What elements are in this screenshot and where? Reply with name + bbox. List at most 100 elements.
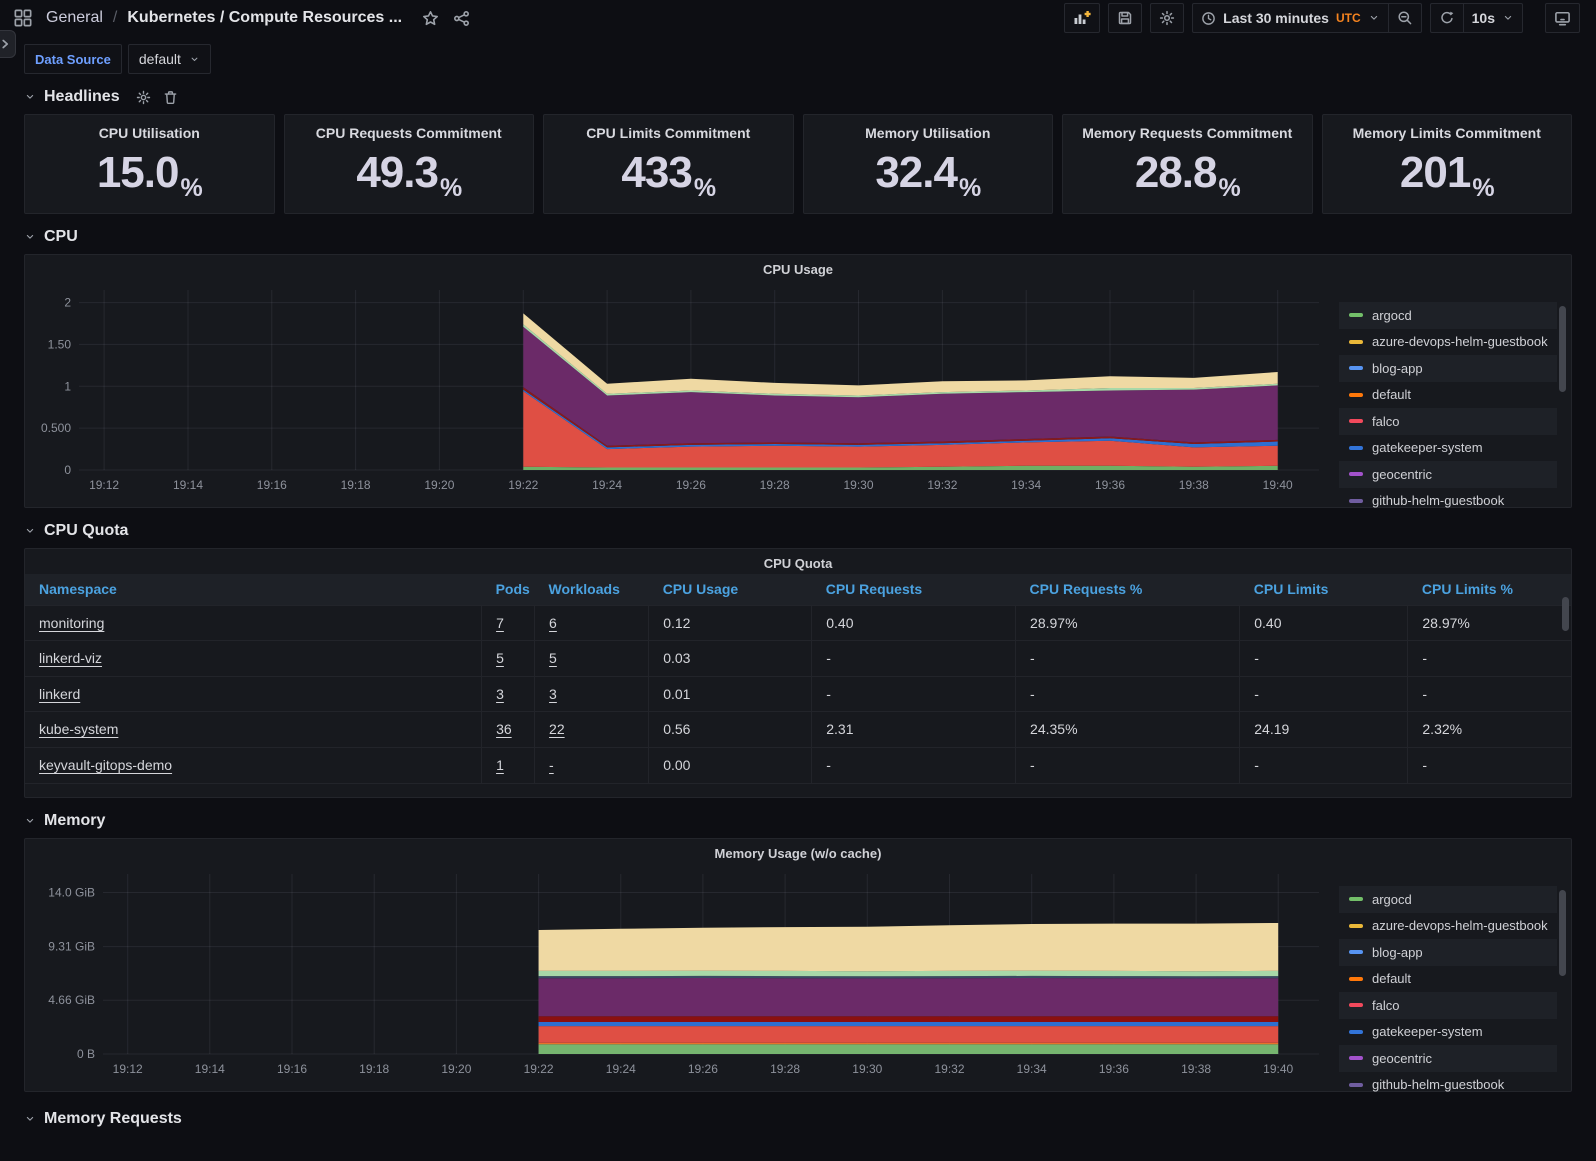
legend-item-blog-app[interactable]: blog-app [1339, 939, 1557, 966]
x-tick-label: 19:26 [676, 478, 706, 492]
cell-cpu-limits-: 2.32% [1407, 711, 1571, 747]
x-tick-label: 19:16 [277, 1062, 307, 1076]
stat-number: 49.3 [356, 148, 439, 197]
cell-cpu-limits-: - [1407, 746, 1571, 783]
section-header-headlines[interactable]: Headlines [24, 88, 1572, 106]
legend-item-geocentric[interactable]: geocentric [1339, 1045, 1557, 1072]
x-tick-label: 19:30 [852, 1062, 882, 1076]
link-workloads[interactable]: 5 [549, 650, 557, 666]
column-header-cpu-limits-[interactable]: CPU Limits % [1407, 574, 1571, 605]
time-range-picker[interactable]: Last 30 minutes UTC [1192, 3, 1389, 33]
table-scrollbar[interactable] [1562, 597, 1569, 631]
section-header-cpu[interactable]: CPU [24, 228, 1572, 246]
x-tick-label: 19:30 [843, 478, 873, 492]
sidebar-expand-tab[interactable] [0, 30, 16, 58]
legend-item-geocentric[interactable]: geocentric [1339, 461, 1557, 488]
cell-namespace: linkerd-viz [25, 640, 482, 676]
legend-item-argocd[interactable]: argocd [1339, 886, 1557, 913]
legend-item-default[interactable]: default [1339, 966, 1557, 993]
column-header-cpu-requests[interactable]: CPU Requests [811, 574, 1016, 605]
legend-item-github-helm-guestbook[interactable]: github-helm-guestbook [1339, 1072, 1557, 1099]
memory-usage-chart[interactable]: 19:12 19:14 19:16 19:18 19:20 19:22 19:24 19:26… [31, 864, 1321, 1080]
panel-title[interactable]: CPU Usage [25, 255, 1571, 280]
link-workloads[interactable]: 6 [549, 615, 557, 631]
cell-cpu-requests: - [811, 746, 1016, 783]
panel-title[interactable]: Memory Usage (w/o cache) [25, 839, 1571, 864]
legend-item-gatekeeper-system[interactable]: gatekeeper-system [1339, 1019, 1557, 1046]
link-pods[interactable]: 1 [496, 757, 504, 773]
legend-scrollbar[interactable] [1559, 890, 1566, 976]
link-pods[interactable]: 36 [496, 721, 512, 737]
link-namespace[interactable]: kube-system [39, 721, 118, 737]
breadcrumb-root[interactable]: General [46, 9, 103, 27]
legend-item-gatekeeper-system[interactable]: gatekeeper-system [1339, 435, 1557, 462]
link-workloads[interactable]: 3 [549, 686, 557, 702]
legend-swatch [1349, 976, 1363, 981]
section-header-memory[interactable]: Memory [24, 812, 1572, 830]
section-header-memory-requests[interactable]: Memory Requests [24, 1110, 1572, 1128]
refresh-interval-picker[interactable]: 10s [1463, 3, 1523, 33]
dashboard-title[interactable]: Kubernetes / Compute Resources ... [127, 9, 402, 27]
link-workloads[interactable]: 22 [549, 721, 565, 737]
link-namespace[interactable]: monitoring [39, 615, 104, 631]
link-pods[interactable]: 3 [496, 686, 504, 702]
cpu-usage-chart[interactable]: 19:12 19:14 19:16 19:18 19:20 19:22 19:24 19:26… [31, 280, 1321, 496]
section-header-cpu-quota[interactable]: CPU Quota [24, 522, 1572, 540]
column-header-cpu-usage[interactable]: CPU Usage [648, 574, 812, 605]
legend-item-falco[interactable]: falco [1339, 992, 1557, 1019]
stat-value: 15.0% [97, 141, 203, 213]
legend-scrollbar[interactable] [1559, 306, 1566, 392]
legend-swatch [1349, 1056, 1363, 1061]
column-header-pods[interactable]: Pods [481, 574, 535, 605]
legend-item-falco[interactable]: falco [1339, 408, 1557, 435]
star-icon[interactable] [422, 10, 439, 27]
column-header-cpu-limits[interactable]: CPU Limits [1239, 574, 1408, 605]
add-panel-button[interactable] [1064, 3, 1101, 33]
legend-item-github-helm-guestbook[interactable]: github-helm-guestbook [1339, 488, 1557, 515]
column-header-cpu-requests-[interactable]: CPU Requests % [1015, 574, 1240, 605]
cycle-view-mode-button[interactable] [1545, 3, 1580, 33]
legend-item-argocd[interactable]: argocd [1339, 302, 1557, 329]
legend-swatch [1349, 339, 1363, 344]
variable-value-datasource[interactable]: default [127, 44, 211, 74]
legend-item-azure-devops-helm-guestbook[interactable]: azure-devops-helm-guestbook [1339, 329, 1557, 356]
link-namespace[interactable]: linkerd-viz [39, 650, 102, 666]
cell-workloads: - [534, 746, 649, 783]
row-settings-gear-icon[interactable] [136, 90, 151, 105]
link-pods[interactable]: 5 [496, 650, 504, 666]
stat-unit: % [693, 174, 716, 202]
stat-panel-cpu-utilisation: CPU Utilisation 15.0% [24, 114, 275, 214]
legend-swatch [1349, 1003, 1363, 1008]
legend-label: azure-devops-helm-guestbook [1372, 334, 1548, 350]
link-pods[interactable]: 7 [496, 615, 504, 631]
refresh-button[interactable] [1429, 3, 1464, 33]
area-unlabeled-light-green [538, 970, 1279, 977]
zoom-out-button[interactable] [1388, 3, 1422, 33]
dashboard-settings-button[interactable] [1150, 3, 1185, 33]
legend-item-blog-app[interactable]: blog-app [1339, 355, 1557, 382]
column-header-namespace[interactable]: Namespace [25, 574, 482, 605]
share-icon[interactable] [453, 10, 470, 27]
legend-item-azure-devops-helm-guestbook[interactable]: azure-devops-helm-guestbook [1339, 913, 1557, 940]
cell-cpu-requests-: 28.97% [1015, 604, 1240, 641]
legend-item-default[interactable]: default [1339, 382, 1557, 409]
cell-pods: 36 [481, 711, 535, 747]
cell-cpu-limits: - [1239, 640, 1408, 676]
link-workloads[interactable]: - [549, 757, 554, 773]
chevron-down-icon [1502, 12, 1514, 24]
link-namespace[interactable]: keyvault-gitops-demo [39, 757, 172, 773]
link-namespace[interactable]: linkerd [39, 686, 80, 702]
area-geocentric [538, 978, 1279, 1017]
y-tick-label: 1 [64, 379, 71, 393]
panel-title[interactable]: CPU Quota [25, 549, 1571, 574]
column-header-workloads[interactable]: Workloads [534, 574, 649, 605]
row-delete-trash-icon[interactable] [163, 90, 178, 105]
cell-cpu-requests-: 24.35% [1015, 711, 1240, 747]
legend-swatch [1349, 445, 1363, 450]
save-dashboard-button[interactable] [1108, 3, 1143, 33]
top-nav: General / Kubernetes / Compute Resources… [0, 0, 1596, 36]
legend-swatch [1349, 923, 1363, 928]
dashboard-grid-icon[interactable] [14, 9, 32, 27]
stat-number: 32.4 [875, 148, 958, 197]
variable-label-datasource[interactable]: Data Source [24, 44, 122, 74]
